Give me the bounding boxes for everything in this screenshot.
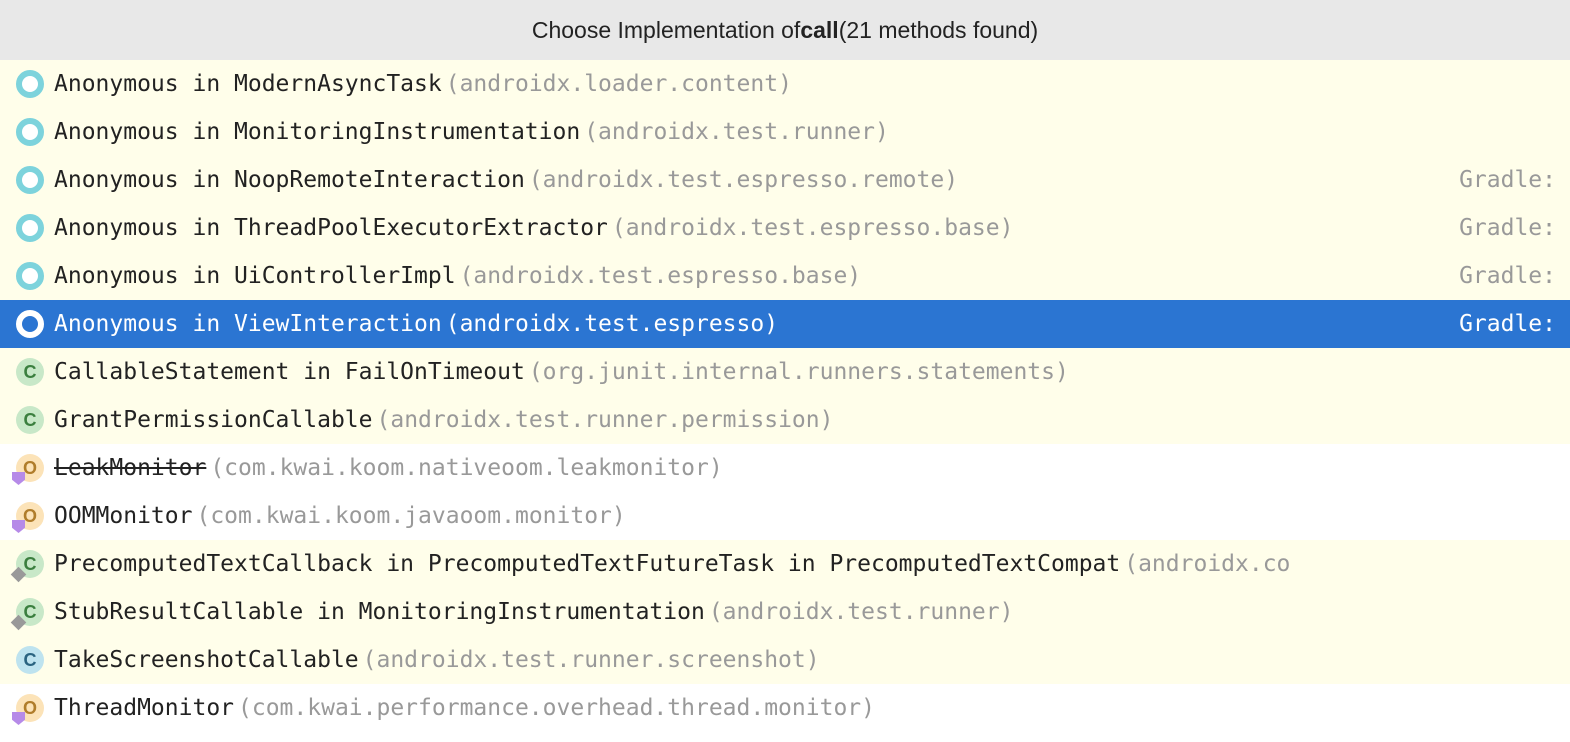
class-icon: C bbox=[16, 598, 44, 626]
item-name: Anonymous in ModernAsyncTask bbox=[54, 71, 442, 97]
static-badge-icon bbox=[11, 567, 27, 583]
item-name: StubResultCallable in MonitoringInstrume… bbox=[54, 599, 705, 625]
object-icon: O bbox=[16, 502, 44, 530]
item-source: Gradle: bbox=[1459, 215, 1556, 241]
item-package: (androidx.test.runner) bbox=[709, 599, 1014, 625]
item-name: OOMMonitor bbox=[54, 503, 192, 529]
object-icon: O bbox=[16, 694, 44, 722]
popup-title: Choose Implementation of call (21 method… bbox=[0, 0, 1570, 60]
list-item[interactable]: C StubResultCallable in MonitoringInstrum… bbox=[0, 588, 1570, 636]
item-name: Anonymous in ThreadPoolExecutorExtractor bbox=[54, 215, 608, 241]
item-name: TakeScreenshotCallable bbox=[54, 647, 359, 673]
item-package: (androidx.test.runner.permission) bbox=[377, 407, 834, 433]
anonymous-class-icon bbox=[16, 118, 44, 146]
list-item[interactable]: Anonymous in MonitoringInstrumentation(a… bbox=[0, 108, 1570, 156]
kotlin-badge-icon bbox=[12, 712, 25, 725]
title-suffix: (21 methods found) bbox=[839, 17, 1038, 44]
item-source: Gradle: bbox=[1459, 167, 1556, 193]
title-method-name: call bbox=[800, 17, 838, 44]
anonymous-class-icon bbox=[16, 262, 44, 290]
item-package: (com.kwai.koom.javaoom.monitor) bbox=[196, 503, 625, 529]
anonymous-class-icon bbox=[16, 166, 44, 194]
title-prefix: Choose Implementation of bbox=[532, 17, 801, 44]
item-name: Anonymous in UiControllerImpl bbox=[54, 263, 456, 289]
item-package: (androidx.test.espresso.remote) bbox=[529, 167, 958, 193]
anonymous-class-icon bbox=[16, 214, 44, 242]
item-package: (androidx.test.espresso) bbox=[446, 311, 778, 337]
item-name: ThreadMonitor bbox=[54, 695, 234, 721]
implementation-list: Anonymous in ModernAsyncTask(androidx.lo… bbox=[0, 60, 1570, 732]
list-item[interactable]: Anonymous in ModernAsyncTask(androidx.lo… bbox=[0, 60, 1570, 108]
item-package: (com.kwai.performance.overhead.thread.mo… bbox=[238, 695, 875, 721]
item-name: CallableStatement in FailOnTimeout bbox=[54, 359, 525, 385]
list-item[interactable]: O ThreadMonitor(com.kwai.performance.over… bbox=[0, 684, 1570, 732]
anonymous-class-icon bbox=[16, 310, 44, 338]
item-package: (androidx.test.runner.screenshot) bbox=[363, 647, 820, 673]
static-badge-icon bbox=[11, 615, 27, 631]
item-package: (androidx.test.espresso.base) bbox=[612, 215, 1014, 241]
kotlin-badge-icon bbox=[12, 520, 25, 533]
list-item[interactable]: C PrecomputedTextCallback in PrecomputedT… bbox=[0, 540, 1570, 588]
item-name: LeakMonitor bbox=[54, 455, 206, 481]
class-icon: C bbox=[16, 550, 44, 578]
item-name: Anonymous in MonitoringInstrumentation bbox=[54, 119, 580, 145]
list-item[interactable]: Anonymous in UiControllerImpl(androidx.t… bbox=[0, 252, 1570, 300]
item-name: Anonymous in ViewInteraction bbox=[54, 311, 442, 337]
item-package: (org.junit.internal.runners.statements) bbox=[529, 359, 1069, 385]
list-item[interactable]: Anonymous in ViewInteraction(androidx.te… bbox=[0, 300, 1570, 348]
list-item[interactable]: C GrantPermissionCallable(androidx.test.r… bbox=[0, 396, 1570, 444]
anonymous-class-icon bbox=[16, 70, 44, 98]
item-package: (androidx.test.espresso.base) bbox=[460, 263, 862, 289]
class-icon: C bbox=[16, 646, 44, 674]
item-source: Gradle: bbox=[1459, 263, 1556, 289]
item-source: Gradle: bbox=[1459, 311, 1556, 337]
list-item[interactable]: O OOMMonitor(com.kwai.koom.javaoom.monito… bbox=[0, 492, 1570, 540]
list-item[interactable]: O LeakMonitor(com.kwai.koom.nativeoom.lea… bbox=[0, 444, 1570, 492]
class-icon: C bbox=[16, 358, 44, 386]
class-icon: C bbox=[16, 406, 44, 434]
list-item[interactable]: Anonymous in ThreadPoolExecutorExtractor… bbox=[0, 204, 1570, 252]
kotlin-badge-icon bbox=[12, 472, 25, 485]
object-icon: O bbox=[16, 454, 44, 482]
list-item[interactable]: Anonymous in NoopRemoteInteraction(andro… bbox=[0, 156, 1570, 204]
item-name: Anonymous in NoopRemoteInteraction bbox=[54, 167, 525, 193]
item-package: (androidx.test.runner) bbox=[584, 119, 889, 145]
item-package: (com.kwai.koom.nativeoom.leakmonitor) bbox=[210, 455, 722, 481]
item-name: GrantPermissionCallable bbox=[54, 407, 373, 433]
item-package: (androidx.co bbox=[1124, 551, 1290, 577]
item-package: (androidx.loader.content) bbox=[446, 71, 792, 97]
list-item[interactable]: C TakeScreenshotCallable(androidx.test.ru… bbox=[0, 636, 1570, 684]
list-item[interactable]: C CallableStatement in FailOnTimeout(org.… bbox=[0, 348, 1570, 396]
item-name: PrecomputedTextCallback in PrecomputedTe… bbox=[54, 551, 1120, 577]
